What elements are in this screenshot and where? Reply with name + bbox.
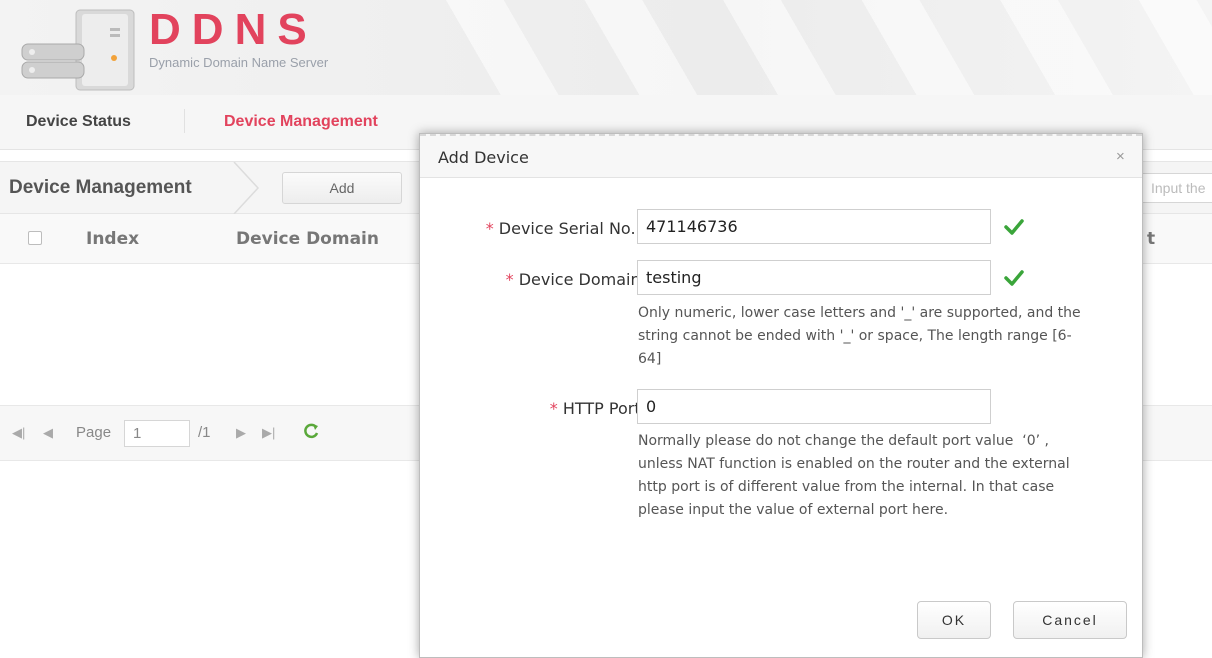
check-icon: [1004, 270, 1024, 286]
last-page-icon[interactable]: ▶|: [262, 425, 275, 441]
app-header: DDNS Dynamic Domain Name Server: [0, 0, 1212, 95]
nav-device-management[interactable]: Device Management: [224, 113, 378, 131]
domain-label: * Device Domain:: [506, 270, 646, 289]
close-icon[interactable]: ×: [1116, 148, 1125, 165]
logo-letter-s: S: [277, 5, 318, 54]
logo-title: DDNS: [149, 6, 318, 54]
serial-number-input[interactable]: 471146736: [637, 209, 991, 244]
page-number-input[interactable]: 1: [124, 420, 190, 447]
logo-letter-n: N: [234, 5, 278, 54]
dialog-title: Add Device: [438, 148, 529, 167]
ok-button[interactable]: OK: [917, 601, 991, 639]
add-button[interactable]: Add: [282, 172, 402, 204]
nav-device-status[interactable]: Device Status: [26, 113, 131, 131]
column-header-partial: t: [1147, 229, 1156, 249]
http-port-input[interactable]: 0: [637, 389, 991, 424]
check-icon: [1004, 219, 1024, 235]
nav-divider: [184, 109, 185, 133]
search-input[interactable]: Input the: [1140, 173, 1212, 203]
prev-page-icon[interactable]: ◀: [43, 425, 53, 441]
section-title: Device Management: [9, 177, 192, 198]
dialog-header: Add Device ×: [420, 134, 1142, 178]
cancel-button[interactable]: Cancel: [1013, 601, 1127, 639]
domain-label-text: Device Domain:: [518, 270, 646, 289]
port-hint: Normally please do not change the defaul…: [638, 433, 1070, 518]
port-label-text: HTTP Port:: [562, 399, 646, 418]
required-marker: *: [549, 399, 558, 418]
refresh-icon[interactable]: [302, 422, 320, 440]
page-label: Page: [76, 424, 112, 441]
required-marker: *: [505, 270, 514, 289]
serial-label: * Device Serial No. :: [486, 219, 646, 238]
logo-subtitle: Dynamic Domain Name Server: [149, 55, 329, 70]
column-header-index[interactable]: Index: [86, 229, 139, 249]
first-page-icon[interactable]: ◀​|: [12, 425, 25, 441]
section-arrow-divider: [233, 162, 260, 214]
port-label: * HTTP Port:: [550, 399, 646, 418]
page-total: /1: [198, 424, 211, 441]
logo-letter-d2: D: [191, 5, 235, 54]
add-device-dialog: Add Device × * Device Serial No. : 47114…: [419, 133, 1143, 658]
next-page-icon[interactable]: ▶: [236, 425, 246, 441]
serial-label-text: Device Serial No. :: [498, 219, 646, 238]
required-marker: *: [485, 219, 494, 238]
server-icon: [21, 9, 135, 91]
header-decoration: [420, 0, 1212, 95]
logo-letter-d1: D: [149, 5, 192, 54]
device-domain-input[interactable]: testing: [637, 260, 991, 295]
column-header-device-domain[interactable]: Device Domain: [236, 229, 379, 249]
select-all-checkbox[interactable]: [28, 231, 42, 245]
domain-hint: Only numeric, lower case letters and '_'…: [638, 305, 1081, 367]
